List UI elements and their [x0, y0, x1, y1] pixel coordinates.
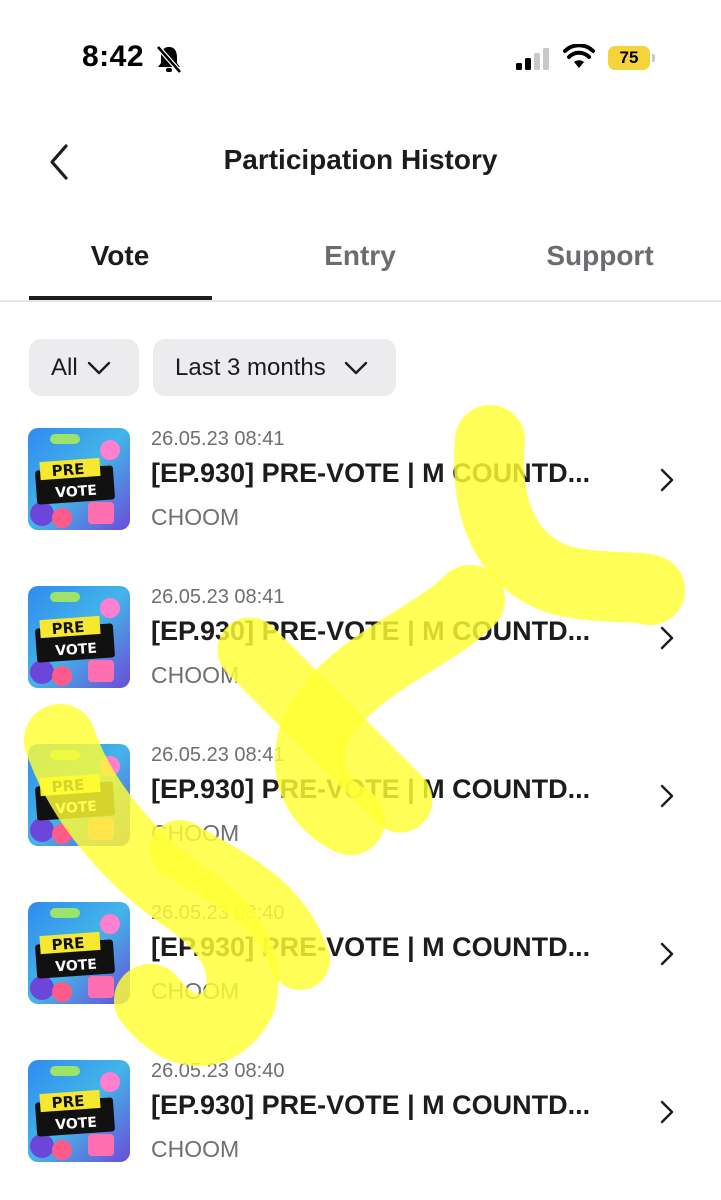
item-date: 26.05.23 08:41 — [151, 586, 285, 608]
chevron-right-icon — [660, 784, 674, 808]
item-date: 26.05.23 08:40 — [151, 902, 285, 924]
chevron-down-icon — [344, 361, 368, 375]
item-date: 26.05.23 08:40 — [151, 1060, 285, 1082]
thumb-text-line2: VOTE — [55, 799, 98, 818]
status-time: 8:42 — [82, 40, 145, 73]
battery-icon: 75 — [608, 46, 656, 70]
nav-bar: Participation History — [0, 130, 721, 194]
item-subtitle: CHOOM — [151, 1136, 240, 1162]
thumb-text-line1: PRE — [51, 1092, 85, 1112]
thumb-text-line2: VOTE — [55, 957, 98, 976]
thumb-text-line1: PRE — [51, 776, 85, 796]
chevron-down-icon — [87, 361, 111, 375]
list-item[interactable]: PRE VOTE 26.05.23 08:41 [EP.930] PRE-VOT… — [0, 744, 721, 854]
vote-thumbnail: PRE VOTE — [28, 902, 130, 1004]
battery-level: 75 — [619, 48, 639, 67]
item-date: 26.05.23 08:41 — [151, 428, 285, 450]
vote-thumbnail: PRE VOTE — [28, 586, 130, 688]
status-bar: 8:42 75 — [0, 0, 721, 120]
item-title: [EP.930] PRE-VOTE | M COUNTD... — [151, 616, 591, 646]
item-date: 26.05.23 08:41 — [151, 744, 285, 766]
tab-bar: Vote Entry Support — [0, 222, 721, 302]
thumb-text-line1: PRE — [51, 618, 85, 638]
item-title: [EP.930] PRE-VOTE | M COUNTD... — [151, 774, 591, 804]
item-title: [EP.930] PRE-VOTE | M COUNTD... — [151, 458, 591, 488]
item-subtitle: CHOOM — [151, 978, 240, 1004]
chevron-right-icon — [660, 942, 674, 966]
item-subtitle: CHOOM — [151, 820, 240, 846]
thumb-text-line2: VOTE — [55, 641, 98, 660]
chevron-right-icon — [660, 1100, 674, 1124]
item-subtitle: CHOOM — [151, 504, 240, 530]
item-title: [EP.930] PRE-VOTE | M COUNTD... — [151, 1090, 591, 1120]
cellular-signal-icon — [516, 48, 549, 70]
tab-vote[interactable]: Vote — [20, 240, 220, 272]
thumb-text-line1: PRE — [51, 934, 85, 954]
thumb-text-line2: VOTE — [55, 483, 98, 502]
type-filter-dropdown[interactable]: All — [29, 339, 139, 396]
chevron-right-icon — [660, 626, 674, 650]
vote-thumbnail: PRE VOTE — [28, 744, 130, 846]
type-filter-label: All — [51, 354, 78, 381]
wifi-icon — [563, 44, 595, 68]
list-item[interactable]: PRE VOTE 26.05.23 08:41 [EP.930] PRE-VOT… — [0, 586, 721, 696]
tab-active-indicator — [29, 296, 212, 300]
tab-support[interactable]: Support — [500, 240, 700, 272]
bell-slash-icon — [156, 45, 182, 74]
vote-thumbnail: PRE VOTE — [28, 428, 130, 530]
tab-entry[interactable]: Entry — [260, 240, 460, 272]
thumb-text-line2: VOTE — [55, 1115, 98, 1134]
item-title: [EP.930] PRE-VOTE | M COUNTD... — [151, 932, 591, 962]
thumb-text-line1: PRE — [51, 460, 85, 480]
period-filter-label: Last 3 months — [175, 354, 326, 381]
period-filter-dropdown[interactable]: Last 3 months — [153, 339, 396, 396]
list-item[interactable]: PRE VOTE 26.05.23 08:40 [EP.930] PRE-VOT… — [0, 1060, 721, 1170]
vote-thumbnail: PRE VOTE — [28, 1060, 130, 1162]
item-subtitle: CHOOM — [151, 662, 240, 688]
chevron-right-icon — [660, 468, 674, 492]
page-title: Participation History — [223, 144, 498, 175]
list-item[interactable]: PRE VOTE 26.05.23 08:40 [EP.930] PRE-VOT… — [0, 902, 721, 1012]
list-item[interactable]: PRE VOTE 26.05.23 08:41 [EP.930] PRE-VOT… — [0, 428, 721, 538]
